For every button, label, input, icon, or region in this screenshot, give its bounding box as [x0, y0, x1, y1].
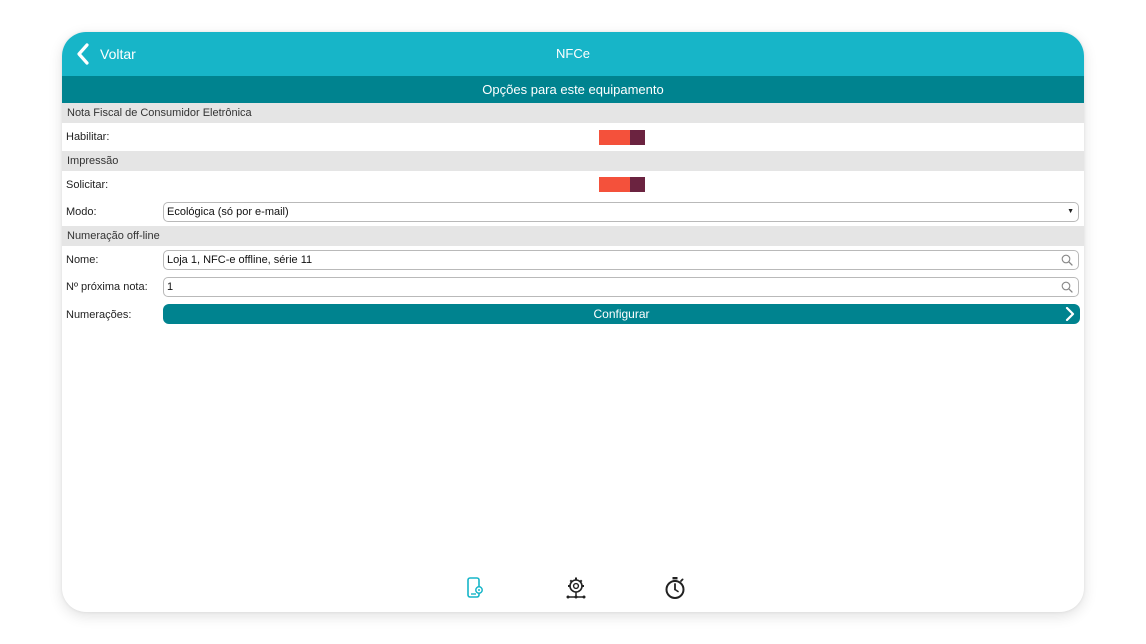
top-bar: Voltar NFCe [62, 32, 1084, 76]
section-numeracao-header: Numeração off-line [62, 226, 1084, 246]
habilitar-toggle[interactable] [599, 130, 645, 145]
toggle-knob [630, 130, 645, 145]
section-impressao-header: Impressão [62, 151, 1084, 171]
options-header: Opções para este equipamento [62, 76, 1084, 103]
back-label: Voltar [100, 46, 136, 62]
back-button[interactable]: Voltar [76, 32, 136, 76]
nome-label: Nome: [66, 254, 99, 266]
page-title: NFCe [556, 46, 590, 61]
proxima-nota-field[interactable]: 1 [163, 277, 1079, 297]
device-settings-icon[interactable] [464, 576, 486, 600]
configurar-label: Configurar [593, 307, 650, 321]
modo-label: Modo: [66, 206, 97, 218]
toggle-track [599, 130, 630, 145]
toggle-knob [630, 177, 645, 192]
section-nfce-header: Nota Fiscal de Consumidor Eletrônica [62, 103, 1084, 123]
app-window: Voltar NFCe Opções para este equipamento… [62, 32, 1084, 612]
numeracoes-label: Numerações: [66, 309, 132, 321]
configurar-button[interactable]: Configurar [163, 304, 1080, 324]
nome-field[interactable]: Loja 1, NFC-e offline, série 11 [163, 250, 1079, 270]
chevron-left-icon [77, 43, 89, 65]
proxima-nota-label: Nº próxima nota: [66, 281, 148, 293]
network-gear-icon[interactable] [564, 576, 588, 600]
search-icon[interactable] [1061, 254, 1073, 266]
solicitar-toggle[interactable] [599, 177, 645, 192]
modo-value: Ecológica (só por e-mail) [167, 206, 289, 218]
toggle-track [599, 177, 630, 192]
chevron-right-icon [1065, 307, 1075, 321]
stopwatch-icon[interactable] [663, 576, 687, 600]
dropdown-caret-icon: ▼ [1067, 208, 1074, 215]
search-icon[interactable] [1061, 281, 1073, 293]
solicitar-label: Solicitar: [66, 179, 109, 191]
habilitar-label: Habilitar: [66, 131, 110, 143]
proxima-nota-value: 1 [167, 281, 174, 293]
modo-select[interactable]: Ecológica (só por e-mail) ▼ [163, 202, 1079, 222]
nome-value: Loja 1, NFC-e offline, série 11 [167, 254, 313, 266]
